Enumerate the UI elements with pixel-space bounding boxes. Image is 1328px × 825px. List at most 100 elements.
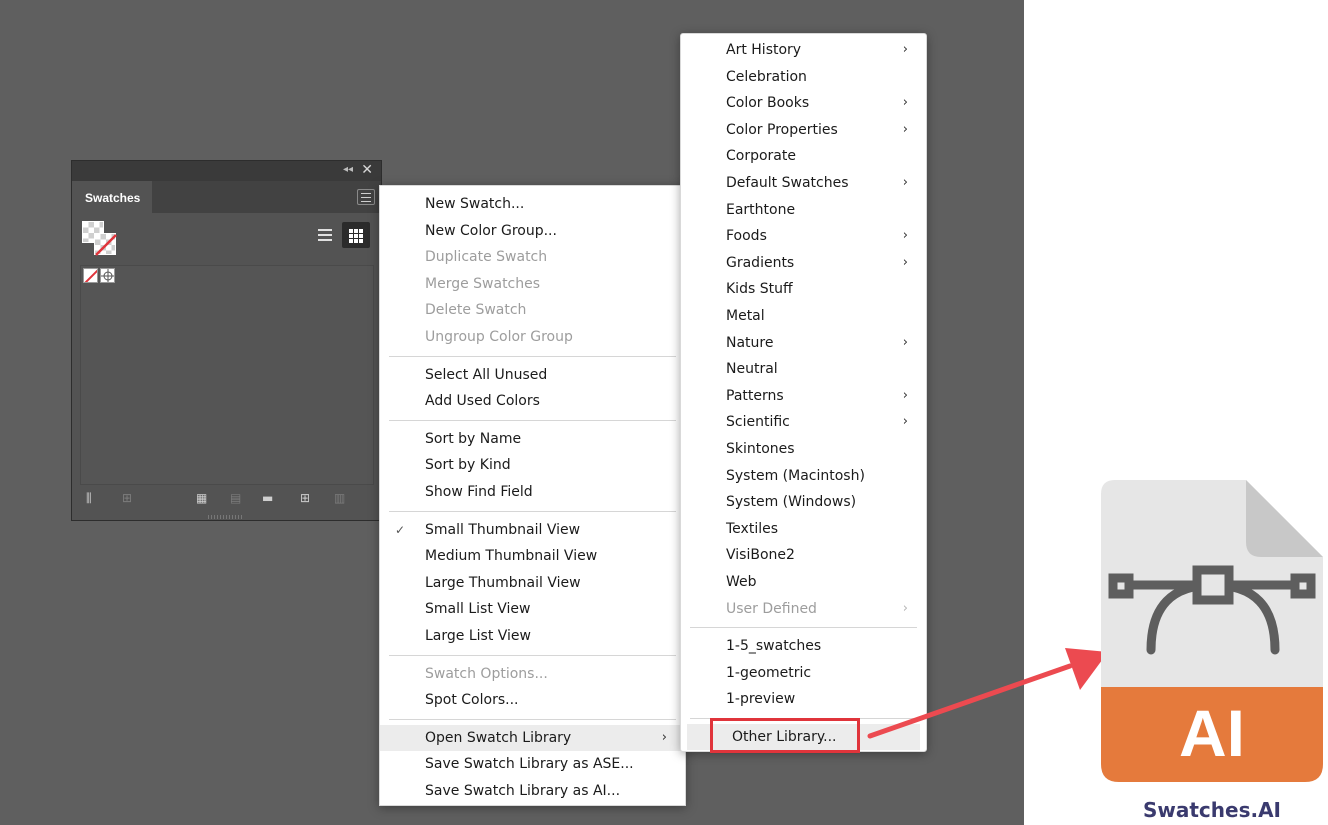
chevron-right-icon: › [902,254,908,270]
panel-footer: ⫼ ⊞ ▦ ▤ ▬ ⊞ ▥ [72,485,381,515]
menu-item-celebration[interactable]: Celebration [681,64,926,90]
none-slash-icon [84,269,97,282]
menu-item-label: Scientific [726,414,790,431]
menu-item-select-all-unused[interactable]: Select All Unused [380,362,685,388]
ai-file-icon: AI [1101,480,1323,782]
menu-item-open-swatch-library[interactable]: Open Swatch Library › [380,724,685,751]
menu-item-scientific[interactable]: Scientific › [681,409,926,435]
color-group-icon[interactable]: ▦ [196,491,210,505]
chevron-right-icon: › [902,414,908,430]
resize-grip[interactable] [208,515,244,519]
chevron-right-icon: › [902,42,908,57]
swatch-grid [80,265,374,485]
menu-item-system-macintosh[interactable]: System (Macintosh) [681,463,926,489]
menu-item-neutral[interactable]: Neutral [681,356,926,382]
menu-item-label: Web [726,574,757,590]
menu-item-art-history[interactable]: Art History › [681,37,926,63]
menu-item-label: New Swatch... [425,196,525,212]
menu-item-label: 1-preview [726,691,796,708]
panel-menu-icon[interactable] [357,189,375,205]
menu-item-textiles[interactable]: Textiles [681,516,926,542]
menu-item-show-find-field[interactable]: Show Find Field [380,479,685,505]
close-icon[interactable]: ✕ [361,162,373,178]
swatch-libraries-icon[interactable]: ⫼ [86,491,100,505]
menu-item-label: Foods [726,228,767,245]
fill-stroke-indicator[interactable] [82,221,120,259]
menu-item-label: System (Windows) [726,494,857,511]
menu-item-label: Earthtone [726,201,796,218]
menu-item-label: Show Find Field [425,484,533,500]
menu-item-color-properties[interactable]: Color Properties › [681,117,926,143]
menu-item-earthtone[interactable]: Earthtone [681,197,926,223]
menu-item-label: User Defined [726,600,817,617]
menu-item-kids-stuff[interactable]: Kids Stuff [681,276,926,302]
menu-item-large-thumbnail-view[interactable]: Large Thumbnail View [380,570,685,596]
menu-item-user-defined: User Defined › [681,596,926,622]
new-swatch-icon[interactable]: ⊞ [300,491,314,505]
menu-item-label: Gradients [726,254,795,271]
list-view-icon[interactable] [311,222,339,248]
menu-item-gradients[interactable]: Gradients › [681,250,926,276]
menu-item-large-list-view[interactable]: Large List View [380,623,685,649]
menu-item-label: Default Swatches [726,175,849,191]
swatch-none[interactable] [83,268,98,283]
menu-item-label: Large Thumbnail View [425,574,581,591]
menu-item-nature[interactable]: Nature › [681,330,926,356]
menu-item-foods[interactable]: Foods › [681,223,926,249]
menu-item-sort-by-name[interactable]: Sort by Name [380,426,685,452]
swatches-panel: ◂◂ ✕ Swatches ⫼ ⊞ ▦ ▤ ▬ ⊞ ▥ [71,160,382,521]
menu-item-patterns[interactable]: Patterns › [681,383,926,409]
menu-item-new-color-group[interactable]: New Color Group... [380,218,685,244]
menu-item-label: Medium Thumbnail View [425,548,598,565]
menu-item-metal[interactable]: Metal [681,303,926,329]
menu-item-label: Art History [726,42,802,58]
menu-item-label: Corporate [726,148,796,165]
file-badge-text: AI [1179,696,1245,770]
menu-separator [389,510,676,512]
menu-item-medium-thumbnail-view[interactable]: Medium Thumbnail View [380,543,685,569]
menu-item-label: Color Properties [726,121,838,138]
menu-item-label: Merge Swatches [425,275,541,292]
menu-item-visibone2[interactable]: VisiBone2 [681,542,926,568]
menu-item-label: Open Swatch Library [425,729,572,746]
menu-item-corporate[interactable]: Corporate [681,143,926,169]
chevron-right-icon: › [902,121,908,137]
menu-item-save-swatch-library-as-ase[interactable]: Save Swatch Library as ASE... [380,751,685,777]
menu-item-default-swatches[interactable]: Default Swatches › [681,170,926,196]
tab-swatches[interactable]: Swatches [72,181,152,213]
menu-item-system-windows[interactable]: System (Windows) [681,489,926,515]
menu-item-save-swatch-library-as-ai[interactable]: Save Swatch Library as AI... [380,778,685,804]
menu-item-skintones[interactable]: Skintones [681,436,926,462]
none-slash-icon [95,234,117,256]
menu-item-new-swatch[interactable]: New Swatch... [380,191,685,217]
menu-separator [389,355,676,357]
menu-item-label: Swatch Options... [425,665,548,682]
menu-item-label: Ungroup Color Group [425,329,573,345]
delete-swatch-icon: ▥ [334,491,346,505]
registration-target-icon [101,269,114,282]
menu-item-swatch-options: Swatch Options... [380,661,685,687]
panel-titlebar[interactable]: ◂◂ ✕ [72,161,381,181]
new-color-group-icon[interactable]: ▬ [262,491,276,505]
menu-item-label: Small List View [425,601,531,618]
chevron-right-icon: › [902,600,908,616]
swatch-registration[interactable] [100,268,115,283]
grid-view-icon[interactable] [342,222,370,248]
menu-separator [690,627,917,629]
menu-item-label: System (Macintosh) [726,467,865,484]
menu-item-color-books[interactable]: Color Books › [681,90,926,116]
menu-item-small-thumbnail-view[interactable]: ✓ Small Thumbnail View [380,517,685,543]
chevron-right-icon: › [902,95,908,111]
menu-item-spot-colors[interactable]: Spot Colors... [380,687,685,713]
menu-item-label: Textiles [726,520,779,537]
menu-item-label: Patterns [726,387,784,404]
menu-item-sort-by-kind[interactable]: Sort by Kind [380,452,685,478]
view-toggle [311,222,371,248]
menu-item-add-used-colors[interactable]: Add Used Colors [380,388,685,414]
menu-item-label: Select All Unused [425,366,548,383]
menu-item-label: Celebration [726,68,807,85]
collapse-icon[interactable]: ◂◂ [343,164,353,175]
chevron-right-icon: › [902,228,908,244]
menu-item-small-list-view[interactable]: Small List View [380,596,685,622]
menu-item-web[interactable]: Web [681,569,926,595]
